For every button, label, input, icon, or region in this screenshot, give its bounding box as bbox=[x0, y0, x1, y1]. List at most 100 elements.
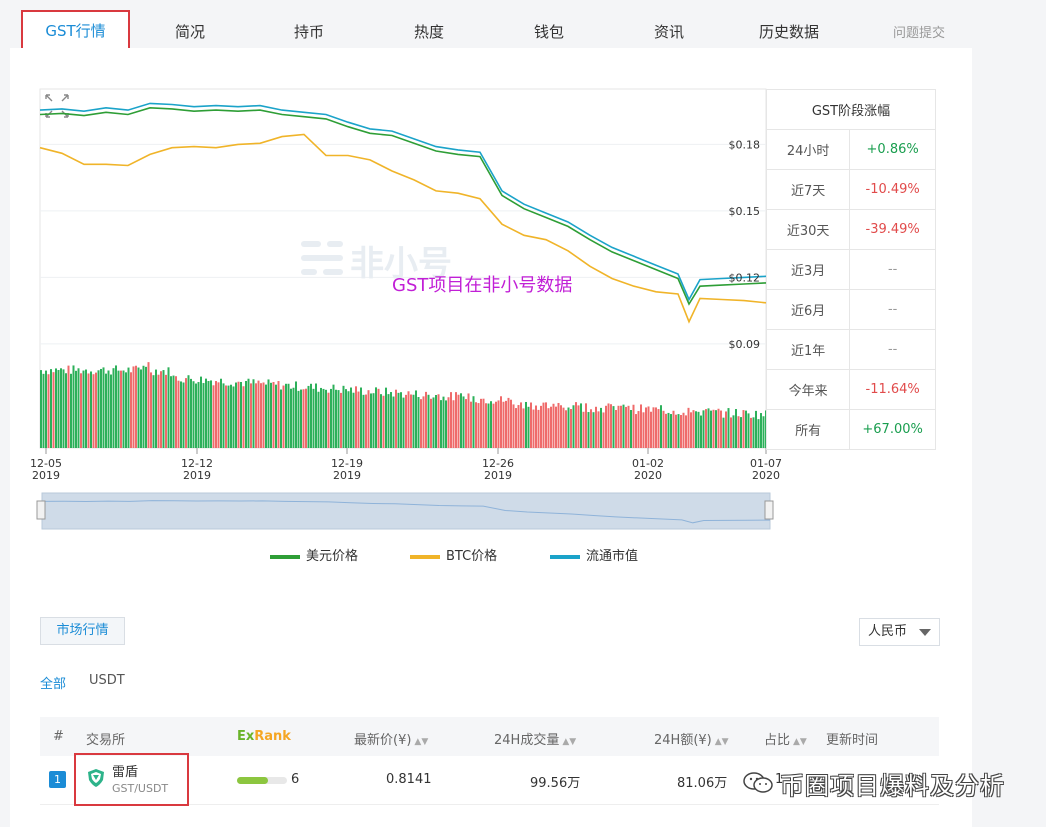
volume-bar bbox=[707, 408, 710, 448]
filter-all[interactable]: 全部 bbox=[40, 673, 66, 692]
volume-bar bbox=[565, 410, 567, 448]
volume-bar bbox=[620, 405, 622, 448]
volume-bar bbox=[757, 419, 760, 448]
col-volume-label: 24H成交量 bbox=[494, 733, 560, 748]
volume-bar bbox=[637, 411, 640, 448]
volume-bar bbox=[555, 406, 557, 448]
volume-bar bbox=[62, 369, 65, 448]
range-value: -39.49% bbox=[849, 209, 936, 250]
volume-bar bbox=[452, 400, 455, 448]
volume-bar bbox=[400, 392, 402, 448]
amount-24h: 81.06万 bbox=[677, 776, 728, 791]
volume-bar bbox=[515, 408, 517, 448]
volume-bar bbox=[72, 365, 75, 448]
navigator-right-handle bbox=[764, 500, 774, 520]
volume-bar bbox=[595, 406, 597, 448]
volume-bar bbox=[377, 388, 380, 448]
range-label: 近6月 bbox=[765, 289, 851, 330]
volume-bar bbox=[315, 383, 317, 448]
volume-bar bbox=[275, 384, 277, 448]
volume-bar bbox=[587, 412, 590, 448]
legend-label: 美元价格 bbox=[306, 549, 359, 564]
volume-bar bbox=[307, 385, 310, 448]
range-navigator[interactable] bbox=[36, 492, 774, 530]
wechat-icon bbox=[743, 772, 773, 793]
volume-bar bbox=[367, 390, 370, 448]
volume-bar bbox=[490, 401, 492, 448]
volume-bar bbox=[345, 389, 347, 448]
volume-bar bbox=[310, 383, 312, 448]
range-label: 近3月 bbox=[765, 249, 851, 290]
range-label-all[interactable]: 所有 bbox=[765, 409, 851, 450]
volume-bar bbox=[447, 397, 450, 448]
volume-bar bbox=[690, 412, 692, 448]
volume-bar bbox=[77, 368, 80, 448]
volume-bar bbox=[420, 399, 422, 448]
volume-bar bbox=[392, 396, 395, 448]
currency-select[interactable]: 人民币 bbox=[859, 618, 940, 646]
volume-bar bbox=[327, 392, 330, 448]
exchange-cell[interactable]: 雷盾 GST/USDT bbox=[74, 753, 189, 806]
volume-bar bbox=[235, 382, 237, 448]
volume-bar bbox=[380, 394, 382, 448]
volume-bar bbox=[225, 385, 227, 448]
volume-bar bbox=[387, 394, 390, 448]
volume-bar bbox=[337, 390, 340, 448]
volume-bar bbox=[157, 374, 160, 448]
legend-swatch bbox=[410, 554, 440, 559]
volume-bar bbox=[495, 401, 497, 448]
volume-bar bbox=[172, 375, 175, 448]
y-tick-label: $0.09 bbox=[729, 338, 761, 351]
legend-usd-price[interactable]: 美元价格 bbox=[270, 545, 358, 564]
volume-bar bbox=[115, 365, 117, 448]
filter-usdt[interactable]: USDT bbox=[89, 673, 125, 688]
volume-bar bbox=[627, 405, 630, 448]
volume-bar bbox=[240, 381, 242, 448]
volume-bar bbox=[47, 374, 50, 448]
volume-bar bbox=[205, 378, 207, 448]
exrank-score: 6 bbox=[291, 772, 300, 787]
legend-swatch bbox=[550, 554, 580, 559]
market-quotes-button[interactable]: 市场行情 bbox=[40, 617, 125, 645]
volume-bar bbox=[677, 414, 680, 448]
volume-bar bbox=[322, 388, 325, 448]
exrank-bar-fill bbox=[237, 777, 268, 784]
legend-btc-price[interactable]: BTC价格 bbox=[410, 545, 497, 564]
volume-bar bbox=[605, 405, 607, 448]
col-share[interactable]: 占比 ▲▼ bbox=[764, 729, 807, 748]
volume-bar bbox=[120, 370, 122, 448]
col-exrank[interactable]: ExRank bbox=[237, 729, 291, 744]
volume-bar bbox=[167, 367, 170, 448]
volume-bar bbox=[560, 405, 562, 448]
volume-bar bbox=[687, 407, 690, 448]
volume-bar bbox=[730, 417, 732, 448]
volume-bar bbox=[357, 391, 360, 448]
volume-bar bbox=[70, 373, 72, 448]
volume-bar bbox=[285, 383, 287, 448]
volume-bar bbox=[417, 397, 420, 448]
volume-bar bbox=[510, 399, 512, 448]
volume-bar bbox=[232, 386, 235, 448]
volume-bar bbox=[685, 415, 687, 448]
y-tick-label: $0.12 bbox=[729, 271, 761, 284]
col-price[interactable]: 最新价(¥) ▲▼ bbox=[354, 729, 428, 748]
volume-bar bbox=[407, 391, 410, 448]
watermark-text: 币圈项目爆料及分析 bbox=[780, 772, 1005, 800]
col-amount[interactable]: 24H额(¥) ▲▼ bbox=[654, 729, 729, 748]
volume-bar bbox=[187, 375, 190, 448]
volume-bar bbox=[150, 372, 152, 448]
volume-bar bbox=[197, 382, 200, 448]
volume-bar bbox=[750, 417, 752, 448]
volume-bar bbox=[132, 366, 135, 448]
navigator-left-handle bbox=[36, 500, 46, 520]
volume-bar bbox=[602, 412, 605, 448]
exchange-name: 雷盾 bbox=[112, 765, 139, 780]
volume-bar bbox=[347, 391, 350, 448]
volume-bar bbox=[107, 370, 110, 448]
volume-bar bbox=[287, 383, 290, 448]
volume-bar bbox=[57, 370, 60, 448]
legend-market-cap[interactable]: 流通市值 bbox=[550, 545, 638, 564]
col-volume[interactable]: 24H成交量 ▲▼ bbox=[494, 729, 576, 748]
volume-bar bbox=[342, 385, 345, 448]
volume-bar bbox=[67, 365, 70, 448]
